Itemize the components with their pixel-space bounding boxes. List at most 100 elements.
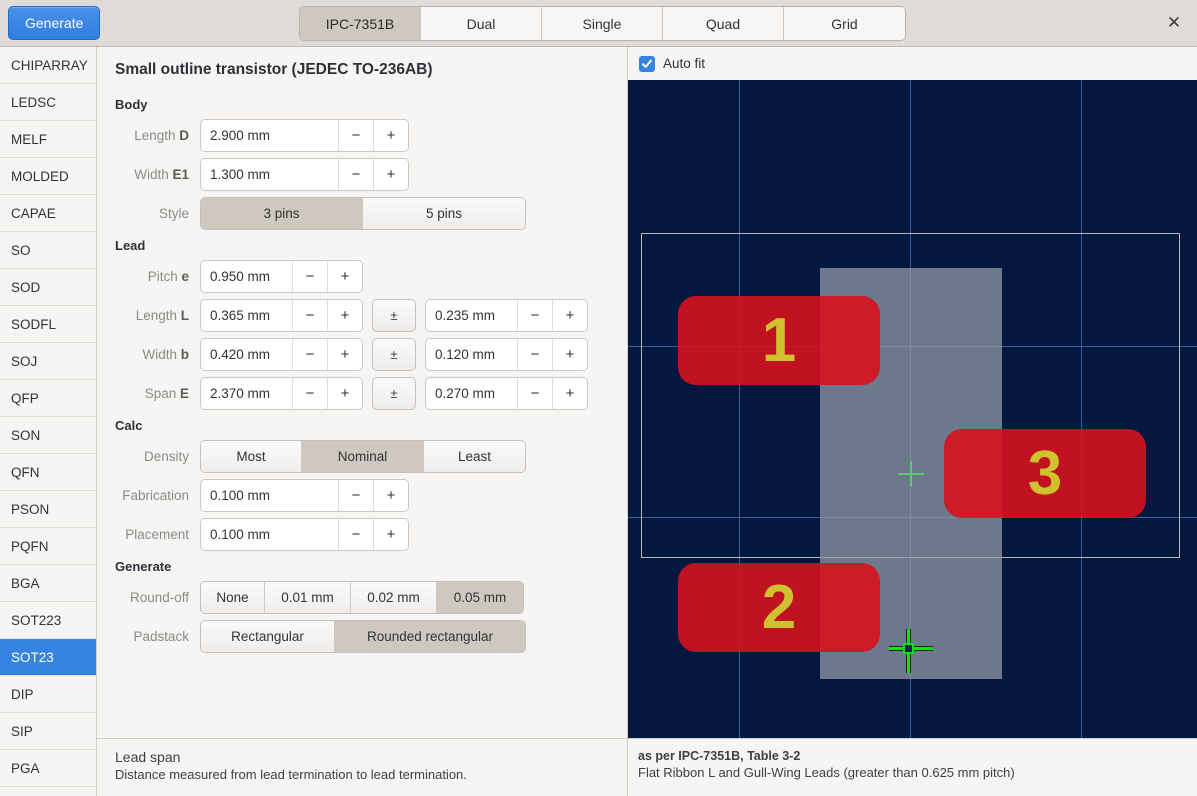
sidebar-item-soj[interactable]: SOJ: [0, 343, 96, 380]
minus-icon-lead-length[interactable]: −: [292, 300, 327, 331]
input-lead-length[interactable]: [201, 308, 292, 323]
option-roundoff-002[interactable]: 0.02 mm: [351, 582, 437, 613]
plus-icon-lead-span[interactable]: +: [327, 378, 362, 409]
minus-icon-lead-pitch[interactable]: −: [292, 261, 327, 292]
tolerance-toggle-lead-width[interactable]: ±: [372, 338, 416, 371]
sidebar-item-sip[interactable]: SIP: [0, 713, 96, 750]
option-style-5-pins[interactable]: 5 pins: [363, 198, 525, 229]
autofit-label: Auto fit: [663, 56, 706, 71]
minus-icon-lead-width-tolerance[interactable]: −: [517, 339, 552, 370]
plus-icon-lead-width[interactable]: +: [327, 339, 362, 370]
plus-icon-calc-placement[interactable]: +: [373, 519, 408, 550]
tab-ipc-7351b[interactable]: IPC-7351B: [300, 7, 421, 40]
sidebar-item-so[interactable]: SO: [0, 232, 96, 269]
spinner-lead-length[interactable]: − +: [200, 299, 363, 332]
input-calc-fabrication[interactable]: [201, 488, 338, 503]
sidebar-item-sodfl[interactable]: SODFL: [0, 306, 96, 343]
footprint-preview-canvas[interactable]: 1 2 3: [628, 80, 1197, 738]
package-family-sidebar[interactable]: CHIPARRAY LEDSC MELF MOLDED CAPAE SO SOD…: [0, 47, 97, 796]
input-lead-length-tolerance[interactable]: [426, 308, 517, 323]
sidebar-item-qfn[interactable]: QFN: [0, 454, 96, 491]
minus-icon-body-length[interactable]: −: [338, 120, 373, 151]
sidebar-item-bga[interactable]: BGA: [0, 565, 96, 602]
pad-2[interactable]: 2: [678, 563, 880, 652]
plus-icon-lead-width-tolerance[interactable]: +: [552, 339, 587, 370]
tab-grid[interactable]: Grid: [784, 7, 905, 40]
section-heading-body: Body: [115, 97, 148, 112]
sidebar-item-sod[interactable]: SOD: [0, 269, 96, 306]
minus-icon-lead-span[interactable]: −: [292, 378, 327, 409]
option-padstack-rounded-rectangular[interactable]: Rounded rectangular: [335, 621, 525, 652]
close-icon[interactable]: ✕: [1161, 10, 1187, 36]
segmented-calc-density[interactable]: Most Nominal Least: [200, 440, 526, 473]
input-lead-span[interactable]: [201, 386, 292, 401]
spinner-lead-span-tolerance[interactable]: − +: [425, 377, 588, 410]
segmented-body-style[interactable]: 3 pins 5 pins: [200, 197, 526, 230]
tab-quad[interactable]: Quad: [663, 7, 784, 40]
option-density-nominal[interactable]: Nominal: [302, 441, 424, 472]
minus-icon-lead-width[interactable]: −: [292, 339, 327, 370]
input-body-length[interactable]: [201, 128, 338, 143]
option-padstack-rectangular[interactable]: Rectangular: [201, 621, 335, 652]
spinner-calc-placement[interactable]: − +: [200, 518, 409, 551]
input-lead-width-tolerance[interactable]: [426, 347, 517, 362]
plus-icon-body-length[interactable]: +: [373, 120, 408, 151]
input-body-width[interactable]: [201, 167, 338, 182]
input-lead-pitch[interactable]: [201, 269, 292, 284]
minus-icon-calc-placement[interactable]: −: [338, 519, 373, 550]
spinner-body-width[interactable]: − +: [200, 158, 409, 191]
pad-1[interactable]: 1: [678, 296, 880, 385]
sidebar-item-dip[interactable]: DIP: [0, 676, 96, 713]
spinner-calc-fabrication[interactable]: − +: [200, 479, 409, 512]
minus-icon-lead-span-tolerance[interactable]: −: [517, 378, 552, 409]
minus-icon-lead-length-tolerance[interactable]: −: [517, 300, 552, 331]
page-title: Small outline transistor (JEDEC TO-236AB…: [115, 61, 433, 78]
option-roundoff-none[interactable]: None: [201, 582, 265, 613]
plus-icon-calc-fabrication[interactable]: +: [373, 480, 408, 511]
spinner-lead-width[interactable]: − +: [200, 338, 363, 371]
plus-icon-lead-span-tolerance[interactable]: +: [552, 378, 587, 409]
sidebar-item-son[interactable]: SON: [0, 417, 96, 454]
plus-icon-lead-pitch[interactable]: +: [327, 261, 362, 292]
spinner-lead-width-tolerance[interactable]: − +: [425, 338, 588, 371]
spinner-lead-length-tolerance[interactable]: − +: [425, 299, 588, 332]
segmented-generate-padstack[interactable]: Rectangular Rounded rectangular: [200, 620, 526, 653]
label-lead-pitch-text: Pitch: [147, 269, 178, 284]
sidebar-item-pson[interactable]: PSON: [0, 491, 96, 528]
tab-dual[interactable]: Dual: [421, 7, 542, 40]
sidebar-item-ledsc[interactable]: LEDSC: [0, 84, 96, 121]
sidebar-item-pga[interactable]: PGA: [0, 750, 96, 787]
status-bar-left: Lead span Distance measured from lead te…: [97, 738, 627, 796]
sidebar-item-pqfn[interactable]: PQFN: [0, 528, 96, 565]
sidebar-item-melf[interactable]: MELF: [0, 121, 96, 158]
tab-single[interactable]: Single: [542, 7, 663, 40]
minus-icon-calc-fabrication[interactable]: −: [338, 480, 373, 511]
sidebar-item-sot23[interactable]: SOT23: [0, 639, 96, 676]
input-calc-placement[interactable]: [201, 527, 338, 542]
plus-icon-body-width[interactable]: +: [373, 159, 408, 190]
option-roundoff-005[interactable]: 0.05 mm: [437, 582, 523, 613]
spinner-body-length[interactable]: − +: [200, 119, 409, 152]
tolerance-toggle-lead-span[interactable]: ±: [372, 377, 416, 410]
option-density-most[interactable]: Most: [201, 441, 302, 472]
autofit-checkbox[interactable]: [639, 55, 655, 72]
tolerance-toggle-lead-length[interactable]: ±: [372, 299, 416, 332]
input-lead-width[interactable]: [201, 347, 292, 362]
sidebar-item-molded[interactable]: MOLDED: [0, 158, 96, 195]
sidebar-item-capae[interactable]: CAPAE: [0, 195, 96, 232]
option-style-3-pins[interactable]: 3 pins: [201, 198, 363, 229]
plus-icon-lead-length[interactable]: +: [327, 300, 362, 331]
pad-3[interactable]: 3: [944, 429, 1146, 518]
generate-button[interactable]: Generate: [8, 6, 101, 40]
option-roundoff-001[interactable]: 0.01 mm: [265, 582, 351, 613]
segmented-generate-roundoff[interactable]: None 0.01 mm 0.02 mm 0.05 mm: [200, 581, 524, 614]
plus-icon-lead-length-tolerance[interactable]: +: [552, 300, 587, 331]
spinner-lead-span[interactable]: − +: [200, 377, 363, 410]
sidebar-item-chiparray[interactable]: CHIPARRAY: [0, 47, 96, 84]
sidebar-item-sot223[interactable]: SOT223: [0, 602, 96, 639]
minus-icon-body-width[interactable]: −: [338, 159, 373, 190]
spinner-lead-pitch[interactable]: − +: [200, 260, 363, 293]
input-lead-span-tolerance[interactable]: [426, 386, 517, 401]
option-density-least[interactable]: Least: [424, 441, 525, 472]
sidebar-item-qfp[interactable]: QFP: [0, 380, 96, 417]
